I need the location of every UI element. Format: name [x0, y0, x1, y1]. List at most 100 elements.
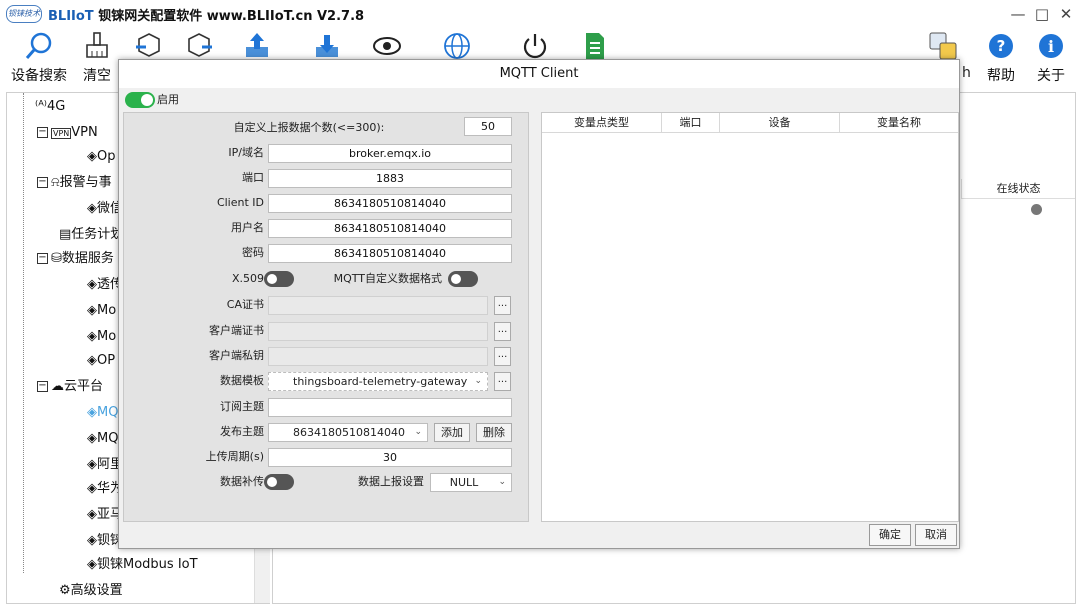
tree-item-task[interactable]: ▤任务计划: [59, 223, 123, 247]
tree-item-mqtt-1[interactable]: ◈MQ: [87, 401, 118, 425]
about-button[interactable]: i 关于: [1028, 28, 1074, 88]
enable-label: 启用: [157, 93, 179, 106]
client-id-label: Client ID: [216, 196, 264, 209]
client-cert-input[interactable]: [268, 322, 488, 341]
ca-cert-browse-button[interactable]: ...: [494, 296, 511, 315]
close-window-button[interactable]: ✕: [1054, 4, 1078, 24]
column-header-var-name[interactable]: 变量名称: [840, 113, 958, 133]
help-label: 帮助: [987, 68, 1015, 84]
cube-icon: ◈: [87, 201, 97, 216]
period-label: 上传周期(s): [205, 450, 264, 463]
cube-import-icon[interactable]: [134, 31, 164, 61]
column-header-port[interactable]: 端口: [662, 113, 720, 133]
template-browse-button[interactable]: ...: [494, 372, 511, 391]
subscribe-label: 订阅主题: [220, 400, 264, 413]
tree-item-data-service[interactable]: − ⛁数据服务: [37, 247, 114, 271]
report-setting-select[interactable]: NULL ⌄: [430, 473, 512, 492]
publish-label: 发布主题: [220, 425, 264, 438]
host-label: IP/域名: [228, 146, 264, 159]
power-icon[interactable]: [520, 31, 550, 61]
ok-button[interactable]: 确定: [869, 524, 911, 546]
database-icon: ⛁: [51, 251, 62, 266]
collapse-icon[interactable]: −: [37, 381, 48, 392]
search-icon: [25, 32, 52, 59]
device-search-label: 设备搜索: [11, 68, 67, 84]
download-icon[interactable]: [312, 31, 342, 61]
cube-icon: ◈: [87, 507, 97, 522]
collapse-icon[interactable]: −: [37, 253, 48, 264]
chevron-down-icon: ⌄: [474, 376, 482, 386]
column-header-var-type[interactable]: 变量点类型: [542, 113, 662, 133]
tree-item-cloud[interactable]: − ☁云平台: [37, 375, 103, 399]
tree-item-modbus-2[interactable]: ◈Mo: [87, 325, 116, 349]
device-search-button[interactable]: 设备搜索: [8, 28, 70, 88]
collapse-icon[interactable]: −: [37, 177, 48, 188]
cube-export-icon[interactable]: [184, 31, 214, 61]
svg-text:i: i: [1048, 37, 1054, 56]
refresh-partial-label: h: [962, 65, 971, 81]
client-key-input[interactable]: [268, 347, 488, 366]
app-logo: 钡铼技术: [6, 5, 42, 23]
subscribe-input[interactable]: [268, 398, 512, 417]
custom-format-label: MQTT自定义数据格式: [333, 272, 442, 285]
document-icon[interactable]: [580, 31, 610, 61]
port-label: 端口: [242, 171, 264, 184]
maximize-button[interactable]: □: [1030, 4, 1054, 24]
language-icon[interactable]: [928, 31, 958, 61]
client-cert-browse-button[interactable]: ...: [494, 322, 511, 341]
clear-label: 清空: [83, 68, 111, 84]
online-status-header: 在线状态: [961, 179, 1075, 199]
question-icon: ?: [989, 34, 1013, 58]
cloud-icon: ☁: [51, 379, 64, 394]
cube-icon: ◈: [87, 457, 97, 472]
x509-toggle[interactable]: [264, 271, 294, 287]
info-icon: i: [1039, 34, 1063, 58]
eye-icon[interactable]: [372, 31, 402, 61]
tree-item-openvpn[interactable]: ◈Op: [87, 145, 115, 169]
publish-value: 8634180510814040: [293, 426, 405, 439]
ca-cert-input[interactable]: [268, 296, 488, 315]
title-bar: 钡铼技术 BLIIoT 钡铼网关配置软件 www.BLIIoT.cn V2.7.…: [0, 0, 1080, 28]
template-value: thingsboard-telemetry-gateway: [293, 375, 468, 388]
tree-item-opc[interactable]: ◈OP: [87, 349, 115, 373]
client-id-input[interactable]: 8634180510814040: [268, 194, 512, 213]
clear-button[interactable]: 清空: [72, 28, 122, 88]
tree-item-advanced[interactable]: ⚙高级设置: [59, 579, 123, 603]
tree-item-bliiot-modbus-iot[interactable]: ◈钡铼Modbus IoT: [87, 553, 198, 577]
tree-item-modbus-1[interactable]: ◈Mo: [87, 299, 116, 323]
app-title-brand: BLIIoT: [48, 9, 94, 24]
password-label: 密码: [242, 246, 264, 259]
globe-icon[interactable]: [442, 31, 472, 61]
minimize-button[interactable]: —: [1006, 4, 1030, 24]
port-input[interactable]: 1883: [268, 169, 512, 188]
column-header-device[interactable]: 设备: [720, 113, 840, 133]
collapse-icon[interactable]: −: [37, 127, 48, 138]
period-input[interactable]: 30: [268, 448, 512, 467]
host-input[interactable]: broker.emqx.io: [268, 144, 512, 163]
client-key-browse-button[interactable]: ...: [494, 347, 511, 366]
publish-select[interactable]: 8634180510814040 ⌄: [268, 423, 428, 442]
app-title: BLIIoT 钡铼网关配置软件 www.BLIIoT.cn V2.7.8: [48, 5, 364, 24]
delete-topic-button[interactable]: 删除: [476, 423, 512, 442]
custom-count-input[interactable]: 50: [464, 117, 512, 136]
antenna-icon: ⁽ᴬ⁾: [35, 99, 47, 114]
cube-icon: ◈: [87, 303, 97, 318]
add-topic-button[interactable]: 添加: [434, 423, 470, 442]
help-button[interactable]: ? 帮助: [978, 28, 1024, 88]
tree-item-mqtt-2[interactable]: ◈MQ: [87, 427, 118, 451]
tree-item-vpn[interactable]: − VPN VPN: [37, 121, 98, 145]
custom-count-label: 自定义上报数据个数(<=300):: [233, 121, 385, 134]
upload-icon[interactable]: [242, 31, 272, 61]
mqtt-client-dialog: MQTT Client 启用 自定义上报数据个数(<=300): 50 IP/域…: [118, 59, 960, 549]
cancel-button[interactable]: 取消: [915, 524, 957, 546]
enable-toggle[interactable]: [125, 92, 155, 108]
custom-format-toggle[interactable]: [448, 271, 478, 287]
password-input[interactable]: 8634180510814040: [268, 244, 512, 263]
username-input[interactable]: 8634180510814040: [268, 219, 512, 238]
resend-toggle[interactable]: [264, 474, 294, 490]
template-select[interactable]: thingsboard-telemetry-gateway ⌄: [268, 372, 488, 391]
tree-item-4g[interactable]: ⁽ᴬ⁾4G: [35, 95, 65, 119]
ca-cert-label: CA证书: [226, 298, 264, 311]
tree-item-alarm[interactable]: − ⍾报警与事: [37, 171, 112, 195]
client-key-label: 客户端私钥: [209, 349, 264, 362]
